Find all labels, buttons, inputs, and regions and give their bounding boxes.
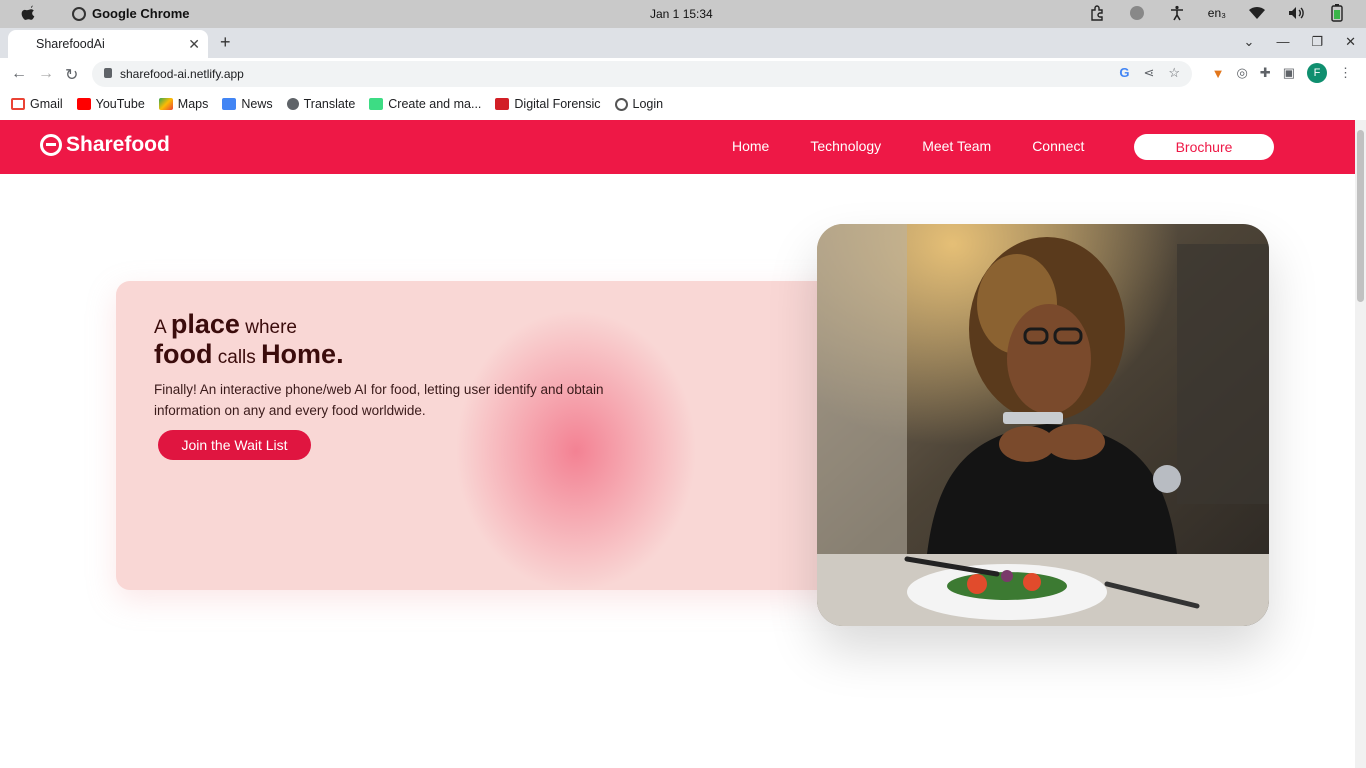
- nav-home[interactable]: Home: [732, 138, 769, 154]
- bookmark-youtube[interactable]: YouTube: [70, 90, 152, 118]
- scrollbar-thumb[interactable]: [1357, 130, 1364, 302]
- tab-title: SharefoodAi: [36, 37, 105, 51]
- tab-sharefood[interactable]: SharefoodAi ✕: [8, 30, 208, 58]
- web-page: Sharefood Home Technology Meet Team Conn…: [0, 120, 1355, 768]
- puzzle-icon[interactable]: ✚: [1260, 65, 1271, 81]
- system-tray: en₃: [1088, 4, 1346, 22]
- bookmark-maps[interactable]: Maps: [152, 90, 216, 118]
- sharefood-logo-icon: [40, 134, 62, 156]
- bookmark-star-icon[interactable]: ☆: [1168, 65, 1180, 81]
- google-lens-icon[interactable]: G: [1119, 65, 1129, 81]
- nav-links: Home Technology Meet Team Connect: [732, 138, 1084, 154]
- site-logo[interactable]: Sharefood: [40, 133, 170, 157]
- accessibility-icon[interactable]: [1168, 4, 1186, 22]
- globe-icon: [286, 98, 299, 110]
- minimize-icon[interactable]: —: [1276, 34, 1289, 50]
- active-app[interactable]: Google Chrome: [72, 6, 190, 21]
- bookmark-login[interactable]: Login: [608, 90, 671, 118]
- profile-avatar[interactable]: F: [1307, 63, 1327, 83]
- tab-strip: SharefoodAi ✕ + ⌄ — ❐ ✕: [0, 28, 1366, 58]
- bookmark-digital-forensic[interactable]: Digital Forensic: [488, 90, 607, 118]
- volume-icon[interactable]: [1288, 4, 1306, 22]
- new-tab-button[interactable]: +: [220, 32, 231, 53]
- omnibox[interactable]: sharefood-ai.netlify.app G ⋖ ☆: [92, 61, 1192, 87]
- app-name: Google Chrome: [92, 6, 190, 21]
- clock[interactable]: Jan 1 15:34: [650, 7, 713, 21]
- address-bar: ← → ↻ sharefood-ai.netlify.app G ⋖ ☆ ▼ ◎…: [0, 58, 1366, 90]
- language-indicator[interactable]: en₃: [1208, 6, 1226, 20]
- reload-icon[interactable]: ↻: [65, 65, 78, 85]
- apple-icon[interactable]: [20, 5, 36, 23]
- hero-description: Finally! An interactive phone/web AI for…: [154, 382, 604, 418]
- back-icon[interactable]: ←: [11, 65, 27, 83]
- bookmark-create[interactable]: Create and ma...: [362, 90, 488, 118]
- omnibox-actions: G ⋖ ☆: [1119, 65, 1180, 81]
- hero-card: A place where food calls Home. Finally! …: [116, 281, 856, 590]
- nav-technology[interactable]: Technology: [810, 138, 881, 154]
- window-controls: ⌄ — ❐ ✕: [1244, 34, 1356, 50]
- page-scrollbar[interactable]: [1355, 120, 1366, 768]
- record-icon[interactable]: [1128, 4, 1146, 22]
- extensions-area: ▼ ◎ ✚ ▣ F ⋮: [1212, 63, 1352, 83]
- metamask-icon[interactable]: ▼: [1212, 66, 1225, 81]
- forensic-icon: [495, 98, 510, 110]
- tab-search-icon[interactable]: ⌄: [1244, 34, 1255, 50]
- close-tab-icon[interactable]: ✕: [188, 36, 200, 53]
- bookmark-news[interactable]: News: [215, 90, 279, 118]
- site-navbar: Sharefood Home Technology Meet Team Conn…: [0, 120, 1355, 174]
- extension-icon[interactable]: [1088, 4, 1106, 22]
- lock-icon[interactable]: [104, 68, 112, 78]
- nav-meet-team[interactable]: Meet Team: [922, 138, 991, 154]
- bookmarks-bar: Gmail YouTube Maps News Translate Create…: [0, 90, 1366, 118]
- restore-icon[interactable]: ❐: [1311, 34, 1323, 50]
- login-icon: [614, 97, 628, 111]
- hero-headline-line2: food calls Home.: [154, 339, 344, 369]
- wifi-icon[interactable]: [1248, 4, 1266, 22]
- gmail-icon: [11, 98, 25, 110]
- menu-kebab-icon[interactable]: ⋮: [1339, 65, 1352, 81]
- bookmark-translate[interactable]: Translate: [280, 90, 363, 118]
- brand-name: Sharefood: [66, 133, 170, 156]
- nav-connect[interactable]: Connect: [1032, 138, 1084, 154]
- bookmark-gmail[interactable]: Gmail: [0, 90, 70, 118]
- android-icon: [369, 98, 384, 110]
- woman-photographing-food-image: [817, 224, 1269, 626]
- battery-icon[interactable]: [1328, 4, 1346, 22]
- share-icon[interactable]: ⋖: [1143, 65, 1154, 81]
- side-panel-icon[interactable]: ▣: [1283, 65, 1295, 81]
- maps-icon: [158, 98, 173, 110]
- news-icon: [222, 98, 237, 110]
- os-top-bar: Google Chrome Jan 1 15:34 en₃: [0, 0, 1366, 28]
- brochure-button[interactable]: Brochure: [1134, 134, 1274, 160]
- youtube-icon: [76, 98, 91, 110]
- forward-icon[interactable]: →: [38, 65, 54, 83]
- hero-photo: [817, 224, 1269, 626]
- chrome-icon: [72, 6, 86, 21]
- extension-globe-icon[interactable]: ◎: [1236, 65, 1247, 81]
- url-text[interactable]: sharefood-ai.netlify.app: [120, 67, 244, 81]
- join-wait-list-button[interactable]: Join the Wait List: [158, 430, 311, 460]
- close-window-icon[interactable]: ✕: [1345, 34, 1356, 50]
- hero-headline-line1: A place where: [154, 309, 297, 339]
